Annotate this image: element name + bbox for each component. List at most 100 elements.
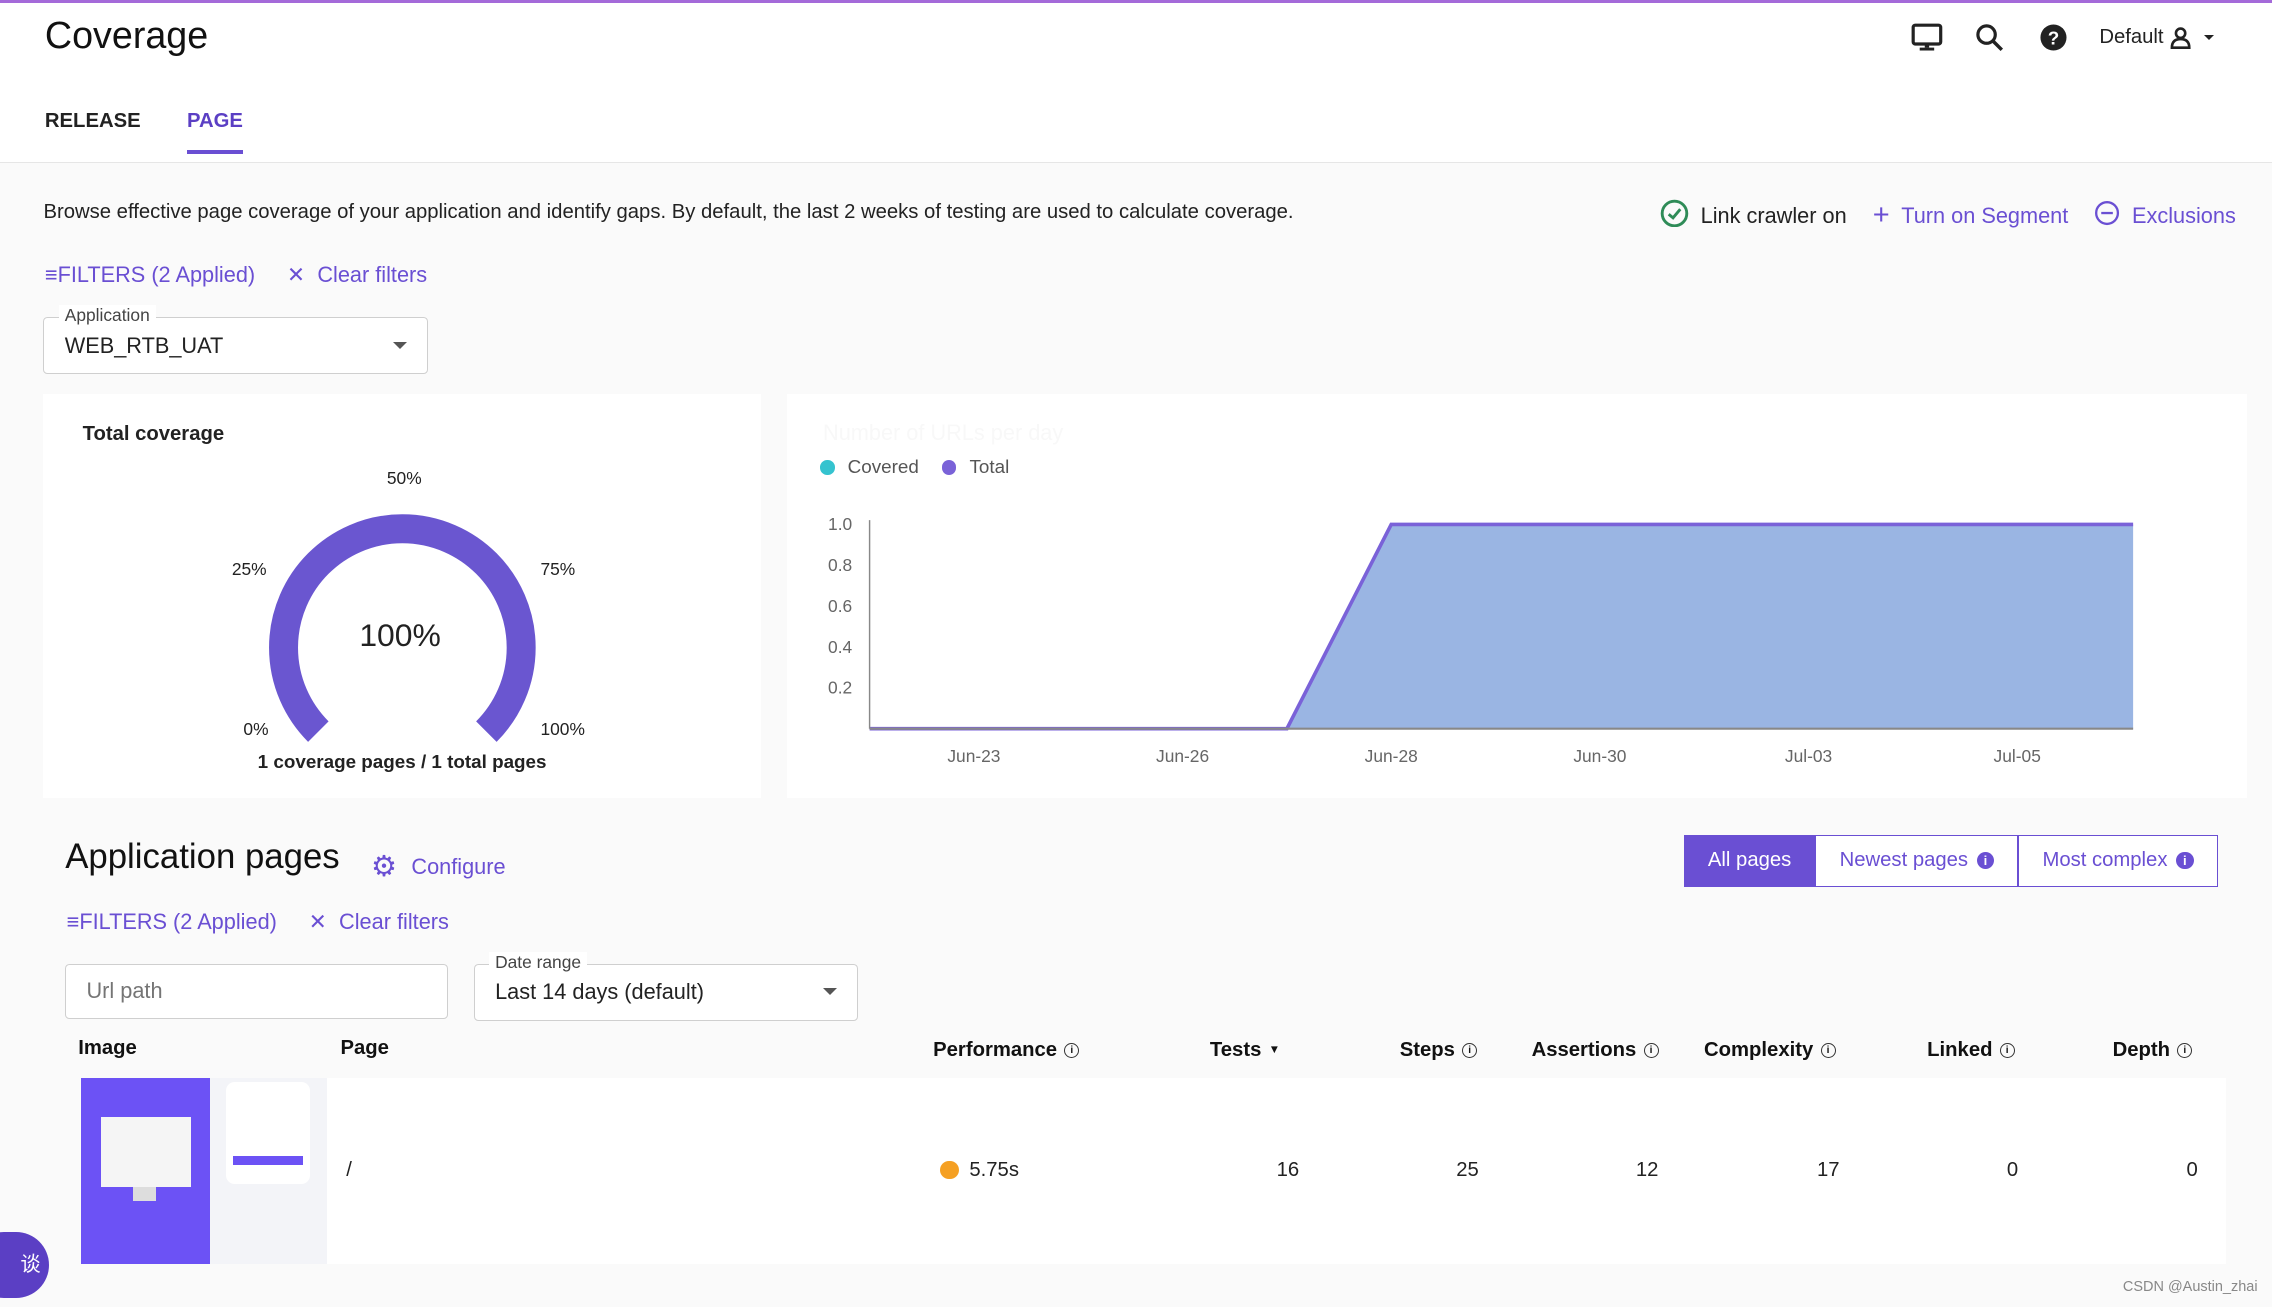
y-tick-label: 1.0 [828, 514, 852, 534]
application-label: Application [58, 305, 156, 327]
info-icon: i [1999, 1042, 2015, 1058]
chevron-down-icon [2204, 35, 2215, 41]
application-pages-title: Application pages [65, 837, 340, 876]
gauge-tick-25: 25% [231, 559, 267, 580]
clear-filters-label: Clear filters [317, 262, 428, 288]
urls-area-chart: 0.2 0.4 0.6 0.8 1.0 Jun-23 Jun-26 Jun-28 Jun-30 J… [828, 514, 2133, 766]
svg-text:?: ? [2047, 28, 2059, 49]
help-icon[interactable]: ? [2039, 23, 2068, 52]
x-tick-label: Jun-26 [1156, 746, 1209, 766]
sort-desc-icon: ▼ [1268, 1044, 1281, 1057]
user-icon [2169, 26, 2192, 50]
filter-icon: ≡ [44, 262, 58, 288]
clear-filters-button[interactable]: ✕ Clear filters [287, 262, 427, 288]
gauge-tick-50: 50% [386, 468, 422, 489]
info-icon: i [1643, 1042, 1659, 1058]
search-icon[interactable] [1975, 23, 2004, 52]
x-tick-label: Jul-03 [1785, 746, 1832, 766]
x-tick-label: Jun-28 [1364, 746, 1417, 766]
cell-tests: 16 [1276, 1159, 1300, 1182]
coverage-gauge [269, 514, 537, 742]
turn-on-segment-label: Turn on Segment [1901, 202, 2069, 228]
application-value: WEB_RTB_UAT [64, 332, 224, 358]
x-tick-label: Jul-05 [1993, 746, 2040, 766]
user-name: Default [2099, 26, 2164, 49]
all-pages-label: All pages [1707, 849, 1792, 872]
cell-page[interactable]: / [346, 1159, 352, 1182]
date-range-label: Date range [489, 951, 587, 973]
filters-label: FILTERS (2 Applied) [57, 262, 256, 288]
newest-pages-label: Newest pages [1839, 849, 1969, 872]
info-icon: i [1064, 1042, 1080, 1058]
page-description: Browse effective page coverage of your a… [43, 201, 1294, 224]
configure-label: Configure [411, 853, 506, 879]
cell-linked: 0 [2006, 1159, 2019, 1182]
tab-release[interactable]: RELEASE [45, 110, 141, 154]
info-icon: i [1462, 1042, 1478, 1058]
close-icon: ✕ [308, 908, 327, 934]
application-select[interactable]: Application WEB_RTB_UAT [43, 305, 428, 375]
y-tick-label: 0.8 [828, 555, 852, 575]
performance-status-dot [940, 1160, 960, 1180]
info-icon: i [1820, 1042, 1836, 1058]
most-complex-label: Most complex [2042, 849, 2168, 872]
chat-button[interactable]: 谈 [0, 1231, 50, 1299]
watermark: CSDN @Austin_zhai [2122, 1279, 2258, 1296]
gear-icon: ⚙ [370, 851, 397, 884]
close-icon: ✕ [287, 262, 306, 288]
clear-filters-label: Clear filters [339, 908, 449, 934]
cell-steps: 25 [1456, 1159, 1479, 1182]
col-page: Page [340, 1037, 389, 1060]
pages-filters-toggle[interactable]: ≡FILTERS (2 Applied) [67, 909, 277, 935]
covered-area [869, 524, 2133, 729]
turn-on-segment-button[interactable]: + Turn on Segment [1873, 199, 2069, 232]
col-linked[interactable]: Linked i [1927, 1039, 2015, 1062]
col-tests[interactable]: Tests ▼ [1210, 1039, 1280, 1062]
table-row[interactable]: / 5.75s 16 25 12 17 0 0 [81, 1078, 2226, 1264]
link-crawler-status: Link crawler on [1660, 199, 1847, 234]
gauge-tick-0: 0% [243, 718, 269, 739]
all-pages-button[interactable]: All pages [1683, 834, 1816, 887]
x-tick-label: Jun-23 [947, 746, 1000, 766]
date-range-select[interactable]: Date range Last 14 days (default) [473, 951, 859, 1021]
exclusions-button[interactable]: Exclusions [2094, 200, 2236, 232]
gauge-caption: 1 coverage pages / 1 total pages [257, 750, 547, 772]
cell-complexity: 17 [1817, 1159, 1840, 1182]
y-tick-label: 0.6 [828, 596, 852, 616]
col-complexity[interactable]: Complexity i [1704, 1039, 1836, 1062]
user-menu[interactable]: Default [2099, 26, 2215, 50]
tab-page[interactable]: PAGE [186, 110, 243, 155]
link-crawler-label: Link crawler on [1700, 202, 1847, 228]
check-circle-icon [1660, 199, 1689, 234]
x-tick-label: Jun-30 [1573, 746, 1626, 766]
newest-pages-button[interactable]: Newest pages i [1815, 834, 2019, 887]
col-performance[interactable]: Performance i [933, 1039, 1080, 1062]
total-coverage-card: Total coverage 100% 0% 25% 50% 75% 100% … [43, 394, 761, 799]
urls-per-day-card: Number of URLs per day Covered Total 0.2… [786, 394, 2248, 799]
minus-circle-icon [2094, 200, 2120, 232]
cell-assertions: 12 [1635, 1159, 1659, 1182]
col-depth[interactable]: Depth i [2113, 1039, 2193, 1062]
gauge-tick-75: 75% [540, 559, 576, 580]
gauge-value: 100% [359, 617, 441, 654]
col-assertions[interactable]: Assertions i [1532, 1039, 1659, 1062]
filters-label: FILTERS (2 Applied) [79, 908, 277, 934]
col-steps[interactable]: Steps i [1400, 1039, 1478, 1062]
monitor-icon[interactable] [1911, 23, 1943, 52]
page-title: Coverage [44, 14, 209, 57]
chevron-down-icon [392, 341, 407, 349]
y-tick-label: 0.4 [828, 637, 852, 657]
cell-performance: 5.75s [969, 1159, 1019, 1182]
page-thumbnail[interactable] [81, 1078, 328, 1264]
filters-toggle[interactable]: ≡FILTERS (2 Applied) [45, 262, 255, 288]
url-path-input[interactable] [65, 963, 448, 1019]
filter-icon: ≡ [66, 908, 80, 934]
exclusions-label: Exclusions [2132, 202, 2236, 228]
cell-depth: 0 [2186, 1159, 2198, 1182]
info-icon: i [1976, 852, 1995, 870]
configure-button[interactable]: ⚙ Configure [371, 849, 506, 884]
plus-icon: + [1872, 199, 1890, 232]
most-complex-button[interactable]: Most complex i [2018, 834, 2218, 887]
pages-clear-filters-button[interactable]: ✕ Clear filters [309, 909, 449, 935]
header: Coverage ? Default RELEASE PAGE [0, 2, 2272, 164]
